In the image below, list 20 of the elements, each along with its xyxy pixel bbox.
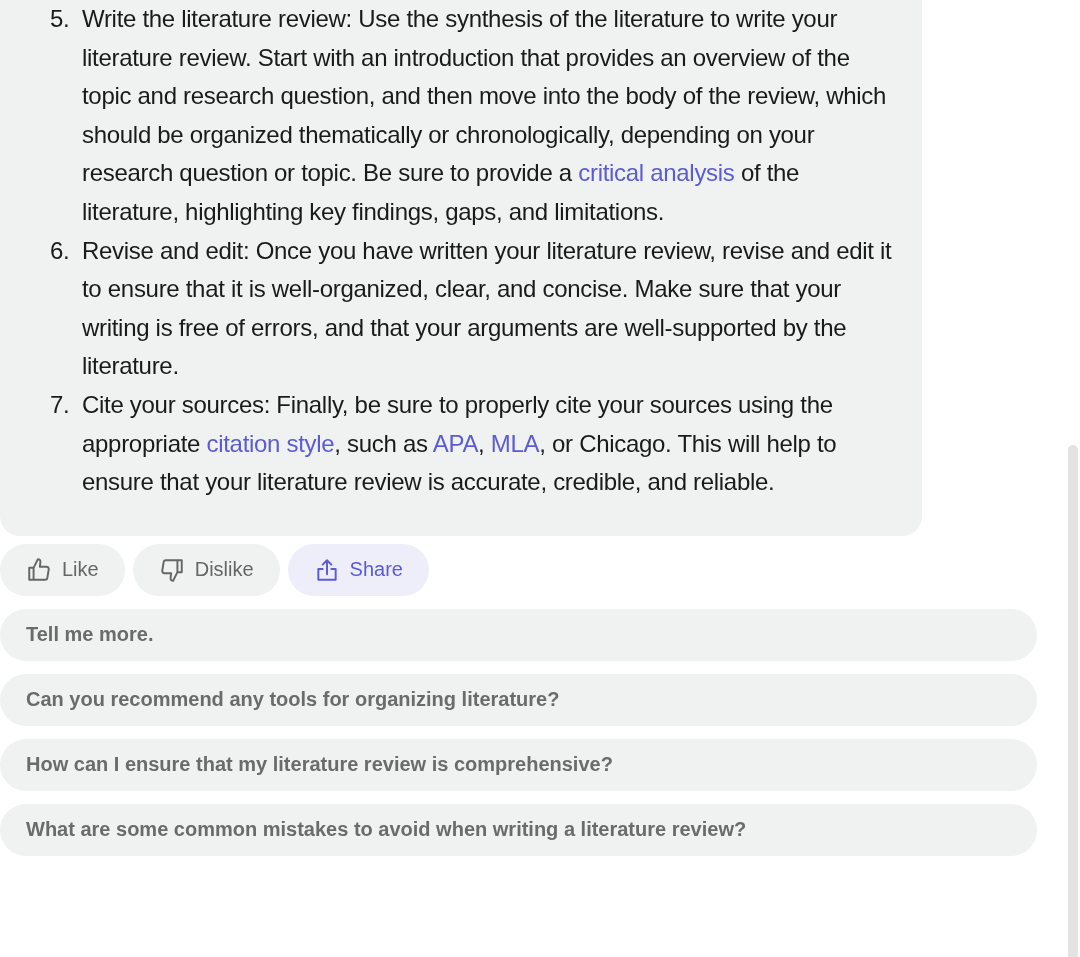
step-paragraph: Revise and edit: Once you have written your literature review, revise and edit it to ensure that it is well-organized, clear, and concise. Make sure that your writing is free of errors, and that your arguments are well-supported by the literature. — [82, 235, 892, 382]
suggestion-chip[interactable]: Can you recommend any tools for organizing literature? — [0, 673, 1037, 726]
step-paragraph: Write the literature review: Use the synthesis of the literature to write your literature review. Start with an introduction that provides an overview of the topic and research question, and then move into the body of the review, which should be organized thematically or chronologically, depending on your research question or topic. Be sure to provide a critical analysis of the literature, highlighting key findings, gaps, and limitations. — [82, 4, 888, 227]
share-button[interactable]: Share — [287, 543, 429, 596]
list-number: 5. — [50, 4, 71, 34]
text-link[interactable]: MLA — [490, 429, 540, 457]
text-link[interactable]: critical analysis — [578, 159, 735, 187]
step-paragraph: Cite your sources: Finally, be sure to properly cite your sources using the appropriate citation style, such as APA, MLA, or Chicago. This will help to ensure that your literature review is accurate, credible, and reliable. — [82, 389, 838, 498]
suggestion-chip[interactable]: What are some common mistakes to avoid when writing a literature review? — [0, 803, 1037, 856]
list-number: 7. — [50, 389, 71, 420]
thumbs-down-icon — [158, 556, 185, 583]
suggestion-chip[interactable]: How can I ensure that my literature review is comprehensive? — [0, 738, 1037, 791]
list-number: 6. — [50, 235, 71, 266]
dislike-button[interactable]: Dislike — [132, 543, 280, 596]
text-link[interactable]: citation style — [206, 429, 335, 457]
suggestion-chip[interactable]: Tell me more. — [0, 608, 1037, 661]
text-link[interactable]: APA — [432, 429, 479, 457]
thumbs-up-icon — [26, 556, 52, 583]
like-button[interactable]: Like — [0, 543, 125, 596]
scrollbar-thumb[interactable] — [1068, 445, 1078, 957]
